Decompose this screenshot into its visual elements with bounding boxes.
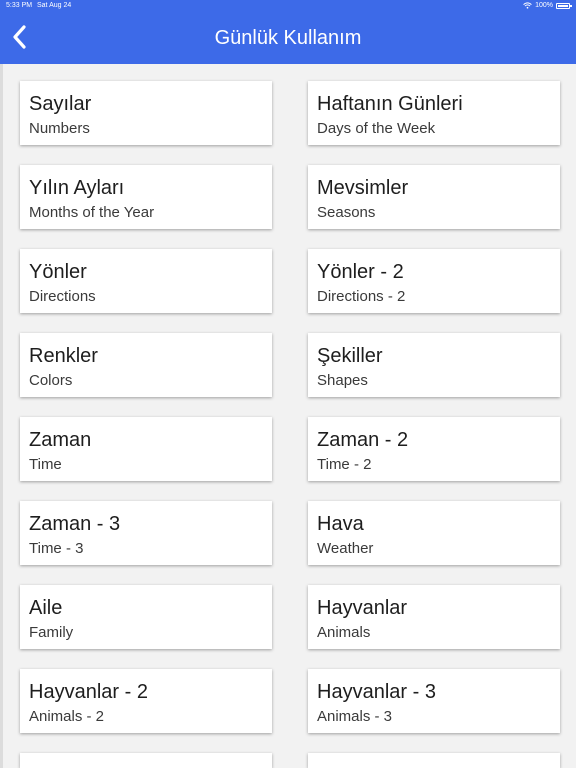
- category-title: Yılın Ayları: [29, 177, 125, 199]
- category-subtitle: Family: [29, 624, 74, 641]
- category-subtitle: Directions - 2: [317, 288, 406, 305]
- category-card[interactable]: Hayvanlar - 2 Animals - 2: [20, 669, 272, 733]
- category-subtitle: Seasons: [317, 204, 376, 221]
- category-subtitle: Animals - 2: [29, 708, 105, 725]
- category-title: Hava: [317, 513, 364, 535]
- category-title: Haftanın Günleri: [317, 93, 463, 115]
- category-title: Zaman - 3: [29, 513, 121, 535]
- category-card[interactable]: Şekiller Shapes: [308, 333, 560, 397]
- battery-percent: 100%: [535, 2, 553, 9]
- category-title: Sayılar: [29, 93, 92, 115]
- category-card[interactable]: Mevsimler Seasons: [308, 165, 560, 229]
- category-card-partial[interactable]: [20, 753, 272, 768]
- category-title: Renkler: [29, 345, 98, 367]
- category-subtitle: Directions: [29, 288, 96, 305]
- category-card[interactable]: Yönler - 2 Directions - 2: [308, 249, 560, 313]
- category-title: Hayvanlar: [317, 597, 408, 619]
- category-subtitle: Time - 3: [29, 540, 84, 557]
- category-subtitle: Colors: [29, 372, 73, 389]
- category-title: Hayvanlar - 2: [29, 681, 148, 703]
- category-title: Zaman: [29, 429, 92, 451]
- category-subtitle: Time - 2: [317, 456, 372, 473]
- category-title: Zaman - 2: [317, 429, 409, 451]
- category-subtitle: Shapes: [317, 372, 368, 389]
- category-card-partial[interactable]: [308, 753, 560, 768]
- category-card[interactable]: Sayılar Numbers: [20, 81, 272, 145]
- category-grid: Sayılar Numbers Haftanın Günleri Days of…: [0, 64, 576, 768]
- category-card[interactable]: Haftanın Günleri Days of the Week: [308, 81, 560, 145]
- status-right: 100%: [523, 2, 572, 9]
- category-subtitle: Animals - 3: [317, 708, 393, 725]
- category-card[interactable]: Zaman - 3 Time - 3: [20, 501, 272, 565]
- category-card[interactable]: Zaman Time: [20, 417, 272, 481]
- category-title: Mevsimler: [317, 177, 409, 199]
- category-subtitle: Time: [29, 456, 62, 473]
- category-card[interactable]: Renkler Colors: [20, 333, 272, 397]
- category-title: Şekiller: [317, 345, 383, 367]
- category-card[interactable]: Hayvanlar Animals: [308, 585, 560, 649]
- wifi-icon: [523, 2, 532, 9]
- category-subtitle: Numbers: [29, 120, 90, 137]
- category-card[interactable]: Hava Weather: [308, 501, 560, 565]
- category-title: Yönler - 2: [317, 261, 404, 283]
- category-subtitle: Weather: [317, 540, 374, 557]
- status-bar: 5:33 PM Sat Aug 24 100%: [0, 0, 576, 12]
- category-subtitle: Months of the Year: [29, 204, 155, 221]
- status-date: Sat Aug 24: [37, 2, 72, 9]
- navigation-bar: Günlük Kullanım: [0, 12, 576, 64]
- status-time: 5:33 PM: [6, 2, 33, 9]
- battery-icon: [556, 2, 572, 9]
- category-card[interactable]: Zaman - 2 Time - 2: [308, 417, 560, 481]
- category-title: Yönler: [29, 261, 87, 283]
- category-card[interactable]: Yılın Ayları Months of the Year: [20, 165, 272, 229]
- category-title: Hayvanlar - 3: [317, 681, 436, 703]
- category-title: Aile: [29, 597, 63, 619]
- category-card[interactable]: Aile Family: [20, 585, 272, 649]
- page-title: Günlük Kullanım: [214, 27, 362, 49]
- category-subtitle: Animals: [317, 624, 371, 641]
- category-card[interactable]: Hayvanlar - 3 Animals - 3: [308, 669, 560, 733]
- category-card[interactable]: Yönler Directions: [20, 249, 272, 313]
- category-subtitle: Days of the Week: [317, 120, 436, 137]
